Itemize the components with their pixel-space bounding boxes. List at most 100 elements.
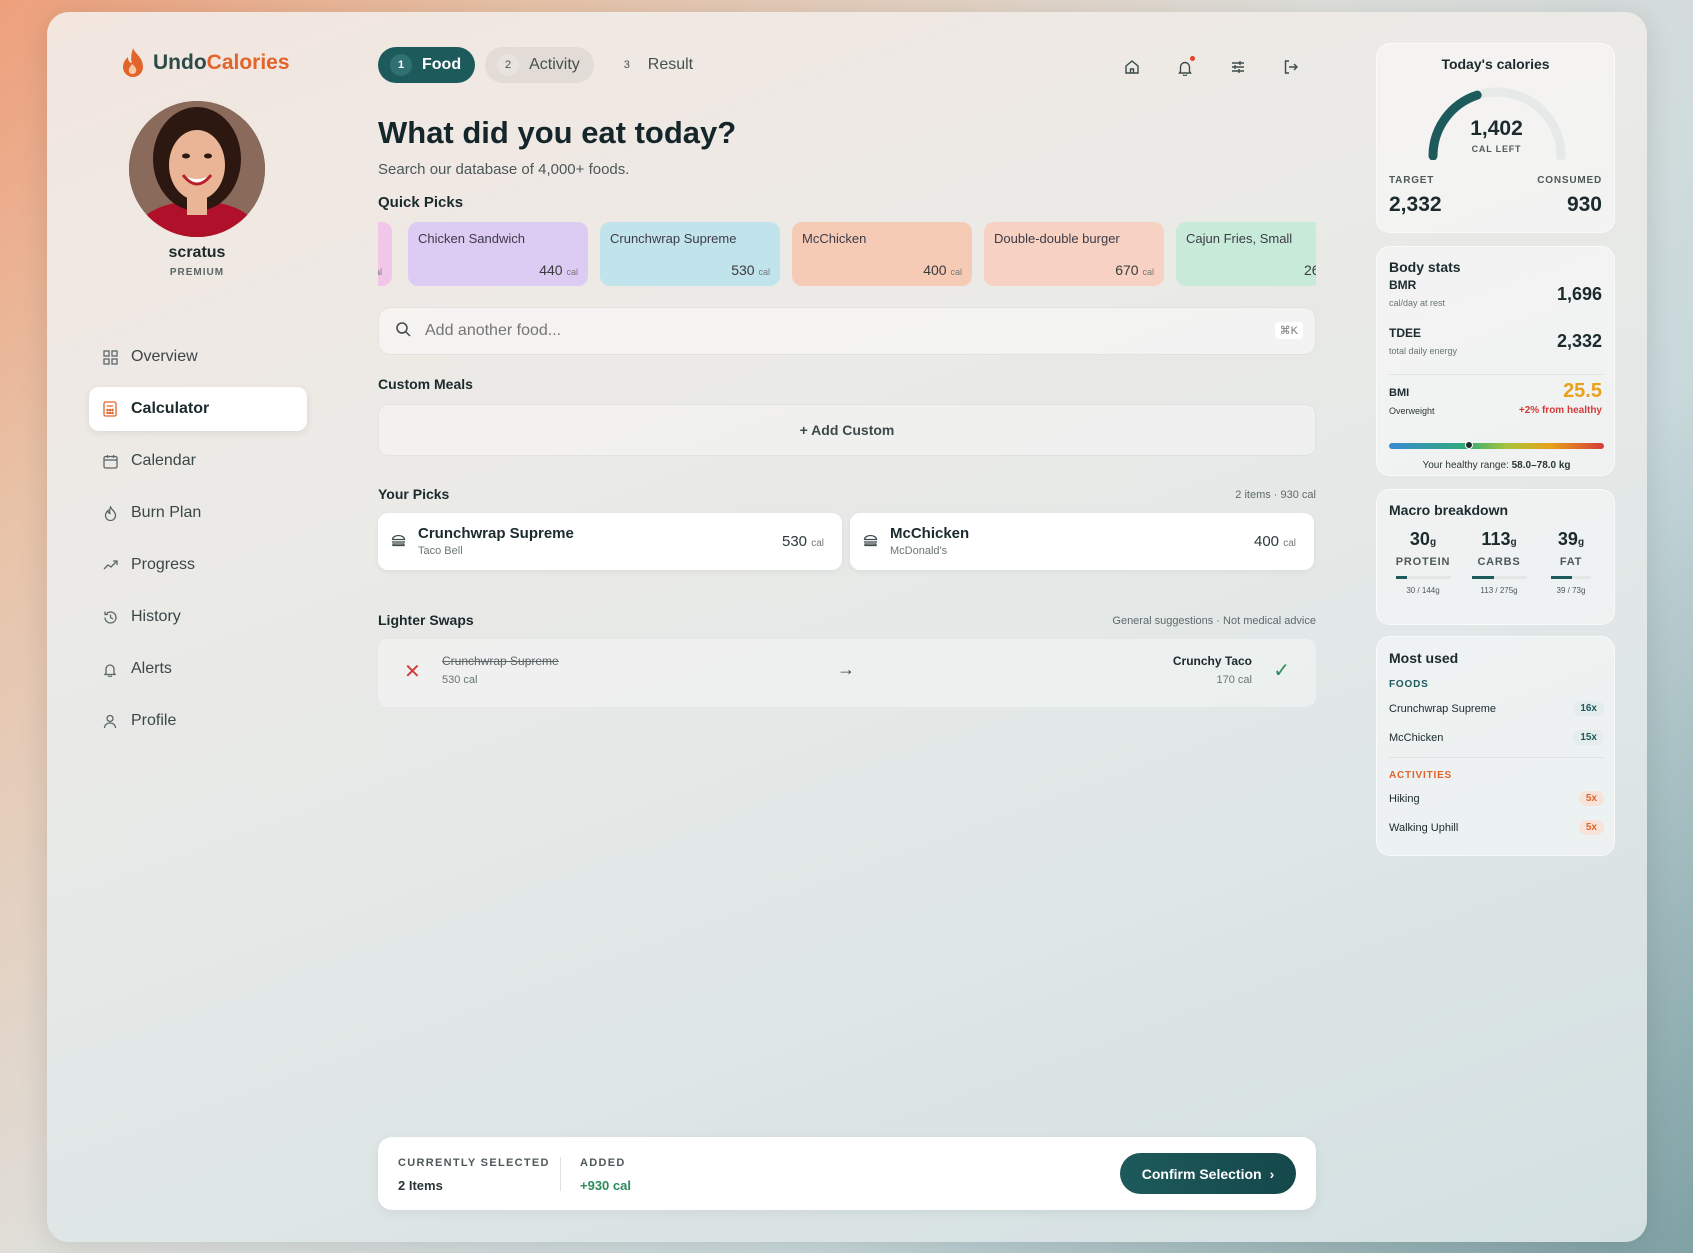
sidebar-item-history[interactable]: History [89,595,307,639]
macro-name: PROTEIN [1395,556,1451,568]
step-label: Activity [529,56,580,73]
macro-detail: 39 / 73g [1556,586,1586,595]
quick-pick-cal-unit: cal [1142,267,1154,277]
sidebar-item-label: Profile [131,712,177,729]
quick-pick-card[interactable]: Double-double burger 670 cal [984,222,1164,286]
sidebar-item-burn-plan[interactable]: Burn Plan [89,491,307,535]
your-picks-summary: 2 items · 930 cal [1235,489,1316,501]
page-title: What did you eat today? [378,115,737,150]
most-used-food[interactable]: McChicken [1389,732,1443,744]
added-calories: +930 cal [580,1178,631,1193]
healthy-range-label: Your healthy range: [1422,460,1509,471]
avatar[interactable] [129,101,265,237]
bmr-value: 1,696 [1556,284,1602,304]
quick-pick-card[interactable]: Cajun Fries, Small 26 [1176,222,1316,286]
foods-label: FOODS [1389,679,1429,690]
picked-food-cal-unit: cal [1283,538,1296,549]
logout-icon[interactable] [1278,54,1304,80]
quick-picks-carousel[interactable]: cal Chicken Sandwich 440 cal Crunchwrap S… [378,222,1316,288]
macro-protein: 30g PROTEIN 30 / 144g [1389,529,1457,595]
calories-left-value: 1,402 [1470,117,1523,140]
most-used-activity[interactable]: Walking Uphill [1389,822,1458,834]
add-custom-button[interactable]: + Add Custom [378,404,1316,456]
search-icon [395,321,411,342]
picked-food-card[interactable]: Crunchwrap Supreme Taco Bell 530 cal [378,513,842,570]
consumed-label: CONSUMED [1537,175,1602,186]
most-used-activity[interactable]: Hiking [1389,793,1420,805]
quick-pick-card[interactable]: McChicken 400 cal [792,222,972,286]
quick-pick-cal-value: 530 [731,262,755,278]
step-number: 2 [497,54,520,76]
confirm-selection-button[interactable]: Confirm Selection › [1120,1153,1296,1194]
sidebar-item-progress[interactable]: Progress [89,543,307,587]
macro-unit: g [1577,537,1585,548]
burger-icon [863,534,878,552]
added-label: ADDED [580,1157,626,1169]
quick-pick-cal-value: 400 [923,262,947,278]
macro-detail: 113 / 275g [1480,586,1518,595]
top-toolbar [1119,54,1304,80]
sidebar-item-alerts[interactable]: Alerts [89,647,307,691]
quick-pick-cal: 440 cal [539,262,578,278]
notification-bell-icon[interactable] [1172,54,1198,80]
quick-pick-name: Cajun Fries, Small [1186,231,1293,246]
tab-activity[interactable]: 2 Activity [485,47,594,83]
consumed-value: 930 [1566,193,1602,216]
macro-value: 113 [1481,529,1511,549]
quick-picks-title: Quick Picks [378,194,464,211]
search-input[interactable] [425,322,1225,340]
divider [1389,757,1604,758]
food-search-bar[interactable]: ⌘K [378,307,1316,355]
lighter-swaps-note: General suggestions · Not medical advice [1112,615,1316,627]
home-icon[interactable] [1119,54,1145,80]
sidebar-item-overview[interactable]: Overview [89,335,307,379]
macro-bar-fill [1395,576,1408,579]
keyboard-shortcut-hint: ⌘K [1274,322,1303,339]
brand-logo[interactable]: UndoCalories [119,46,290,80]
sidebar-item-calendar[interactable]: Calendar [89,439,307,483]
calendar-icon [101,452,119,470]
history-icon [101,608,119,626]
macro-carbs: 113g CARBS 113 / 275g [1463,529,1535,595]
macro-unit: g [1510,537,1517,548]
selected-label: CURRENTLY SELECTED [398,1157,550,1169]
sidebar-item-profile[interactable]: Profile [89,699,307,743]
custom-meals-title: Custom Meals [378,376,473,392]
quick-pick-name: Double-double burger [994,231,1120,246]
divider [1389,374,1604,375]
macro-name: CARBS [1477,556,1521,568]
tab-food[interactable]: 1 Food [378,47,476,83]
calculator-icon [101,400,119,418]
page-subtitle: Search our database of 4,000+ foods. [378,161,630,178]
accept-check-icon[interactable]: ✓ [1273,658,1290,683]
quick-pick-card[interactable]: Chicken Sandwich 440 cal [408,222,588,286]
usage-count-badge: 5x [1578,791,1604,806]
footer-divider [560,1157,561,1191]
quick-pick-card[interactable]: cal [378,222,392,286]
step-tabs: 1 Food 2 Activity 3 Result [378,47,707,83]
sidebar-item-calculator[interactable]: Calculator [89,387,307,431]
picked-food-cal-value: 530 [782,533,808,550]
notification-dot [1190,56,1195,61]
tdee-value: 2,332 [1556,331,1602,351]
remove-x-icon[interactable]: ✕ [404,659,421,684]
sliders-icon[interactable] [1225,54,1251,80]
picked-food-card[interactable]: McChicken McDonald's 400 cal [850,513,1314,570]
quick-pick-cal-unit: cal [950,267,962,277]
swap-suggestion[interactable]: ✕ Crunchwrap Supreme 530 cal → Crunchy T… [378,639,1316,707]
usage-count-badge: 16x [1573,701,1604,716]
macro-unit: g [1429,537,1437,548]
sidebar-item-label: Alerts [131,660,172,677]
lighter-swaps-title: Lighter Swaps [378,612,474,628]
selected-count: 2 Items [398,1178,443,1193]
card-title: Body stats [1389,259,1461,275]
brand-name-part2: Calories [206,51,290,74]
todays-calories-card: Today's calories 1,402 CAL LEFT TARGET 2… [1376,43,1615,233]
most-used-food[interactable]: Crunchwrap Supreme [1389,703,1496,715]
quick-pick-cal: 530 cal [731,262,770,278]
tab-result[interactable]: 3 Result [604,47,707,83]
step-label: Food [422,56,462,73]
macro-bar [1395,576,1451,579]
bmi-label: BMI [1389,387,1410,399]
quick-pick-card[interactable]: Crunchwrap Supreme 530 cal [600,222,780,286]
